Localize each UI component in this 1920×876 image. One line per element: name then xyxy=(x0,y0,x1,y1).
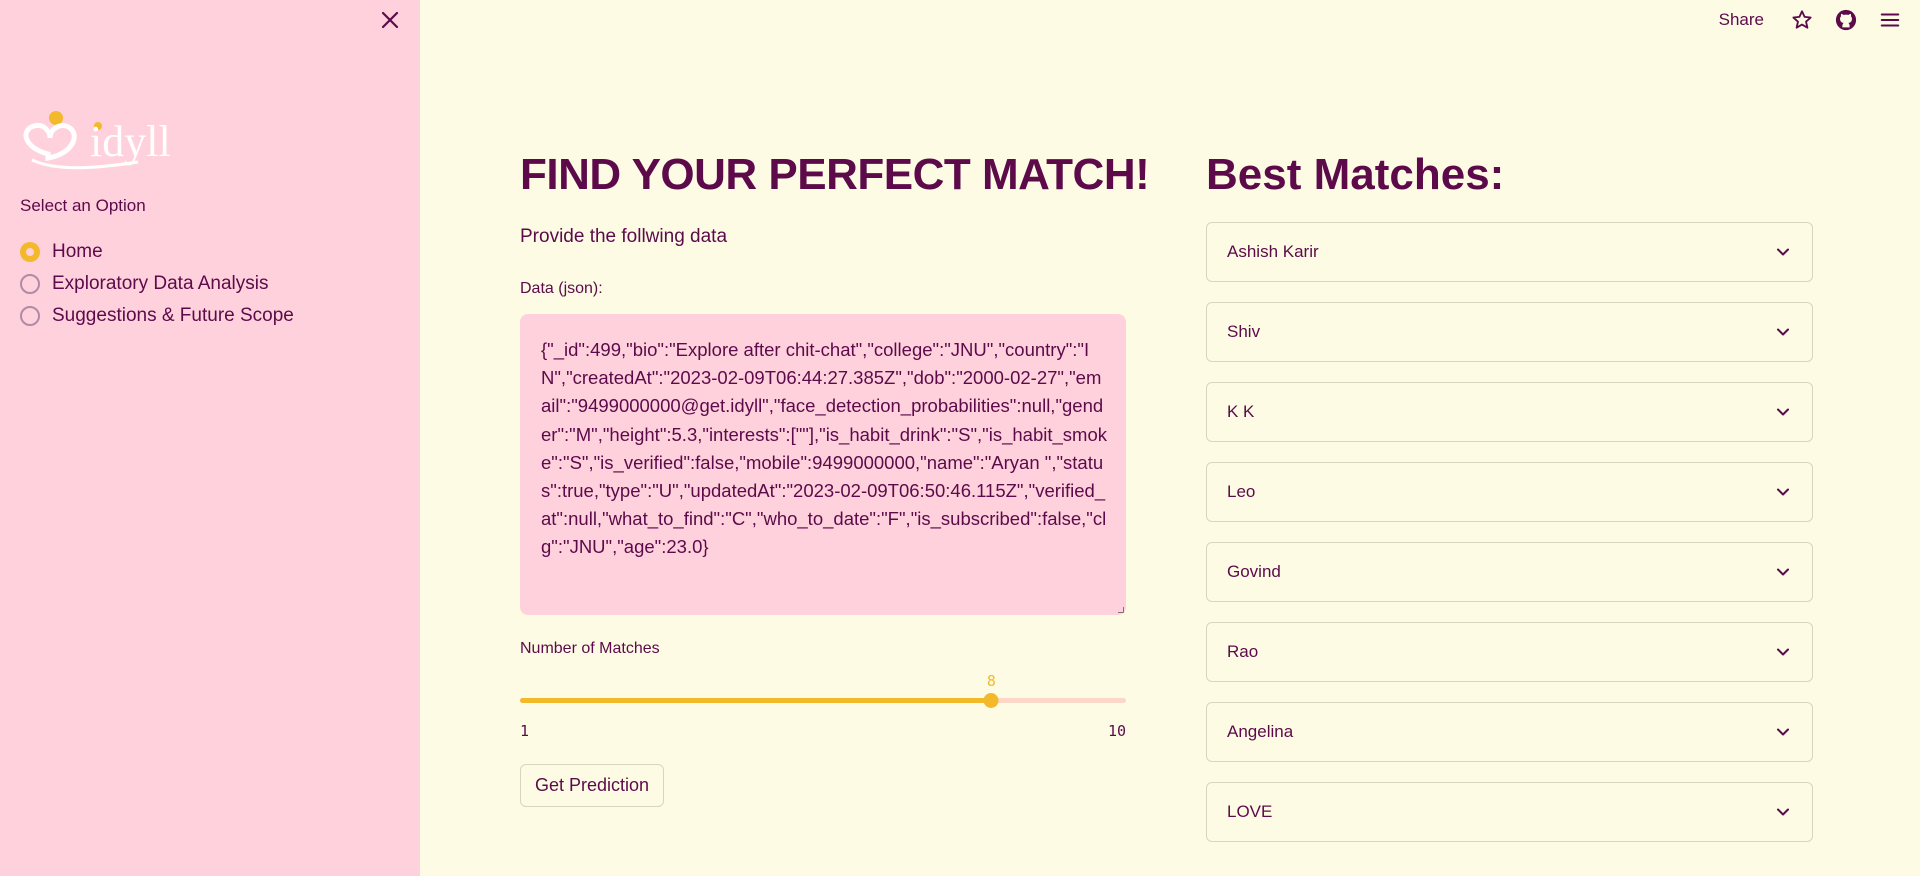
match-expander[interactable]: Govind xyxy=(1206,542,1813,602)
radio-label-eda: Exploratory Data Analysis xyxy=(52,273,269,294)
best-matches-list: Ashish Karir Shiv K K Leo Govind Rao Ang… xyxy=(1206,222,1813,862)
match-name: LOVE xyxy=(1227,802,1273,821)
radio-label-home: Home xyxy=(52,241,103,262)
radio-button-checked[interactable] xyxy=(20,242,40,262)
radio-exploratory-data-analysis[interactable]: Exploratory Data Analysis xyxy=(20,268,294,300)
slider-min-label: 1 xyxy=(520,722,530,740)
chevron-down-icon xyxy=(1774,403,1792,421)
select-option-label: Select an Option xyxy=(20,196,146,215)
github-icon[interactable] xyxy=(1834,8,1858,32)
match-name: K K xyxy=(1227,402,1255,421)
json-data-value: {"_id":499,"bio":"Explore after chit-cha… xyxy=(541,339,1107,558)
match-expander[interactable]: Leo xyxy=(1206,462,1813,522)
share-button[interactable]: Share xyxy=(1719,10,1764,30)
get-prediction-button[interactable]: Get Prediction xyxy=(520,764,665,807)
slider-fill xyxy=(520,698,992,703)
match-expander[interactable]: K K xyxy=(1206,382,1813,442)
close-sidebar-button[interactable] xyxy=(378,8,402,32)
chevron-down-icon xyxy=(1774,323,1792,341)
header-toolbar: Share xyxy=(1719,0,1920,40)
close-icon xyxy=(381,11,399,29)
radio-button[interactable] xyxy=(20,274,40,294)
json-data-label: Data (json): xyxy=(520,280,603,297)
chevron-down-icon xyxy=(1774,563,1792,581)
radio-label-suggestions: Suggestions & Future Scope xyxy=(52,305,294,326)
slider-current-value: 8 xyxy=(986,672,996,690)
match-name: Angelina xyxy=(1227,722,1294,741)
page-title: FIND YOUR PERFECT MATCH! xyxy=(520,150,1150,199)
slider-thumb[interactable] xyxy=(983,693,999,708)
match-expander[interactable]: LOVE xyxy=(1206,782,1813,842)
radio-button[interactable] xyxy=(20,306,40,326)
chevron-down-icon xyxy=(1774,483,1792,501)
number-of-matches-label: Number of Matches xyxy=(520,640,660,657)
match-name: Shiv xyxy=(1227,322,1261,341)
logo-text: idyll xyxy=(90,117,171,166)
slider-max-label: 10 xyxy=(1107,722,1126,740)
match-name: Leo xyxy=(1227,482,1256,501)
chevron-down-icon xyxy=(1774,803,1792,821)
star-icon[interactable] xyxy=(1790,8,1814,32)
match-name: Govind xyxy=(1227,562,1281,581)
chevron-down-icon xyxy=(1774,723,1792,741)
resize-handle[interactable] xyxy=(1118,607,1124,613)
json-data-textarea[interactable]: {"_id":499,"bio":"Explore after chit-cha… xyxy=(520,314,1126,615)
match-expander[interactable]: Rao xyxy=(1206,622,1813,682)
match-expander[interactable]: Angelina xyxy=(1206,702,1813,762)
match-name: Ashish Karir xyxy=(1227,242,1319,261)
chevron-down-icon xyxy=(1774,243,1792,261)
radio-home[interactable]: Home xyxy=(20,236,294,268)
chevron-down-icon xyxy=(1774,643,1792,661)
match-expander[interactable]: Ashish Karir xyxy=(1206,222,1813,282)
best-matches-title: Best Matches: xyxy=(1206,150,1505,199)
instruction-text: Provide the follwing data xyxy=(520,226,728,247)
idyll-logo: idyll xyxy=(23,111,171,170)
sidebar: idyll Select an Option Home Exploratory … xyxy=(0,0,420,876)
menu-icon[interactable] xyxy=(1878,8,1902,32)
radio-suggestions-future-scope[interactable]: Suggestions & Future Scope xyxy=(20,300,294,332)
number-of-matches-slider[interactable]: 8 1 10 xyxy=(520,666,1126,740)
match-expander[interactable]: Shiv xyxy=(1206,302,1813,362)
slider-track[interactable] xyxy=(520,698,1126,703)
navigation-radio-group: Home Exploratory Data Analysis Suggestio… xyxy=(20,236,294,332)
match-name: Rao xyxy=(1227,642,1259,661)
